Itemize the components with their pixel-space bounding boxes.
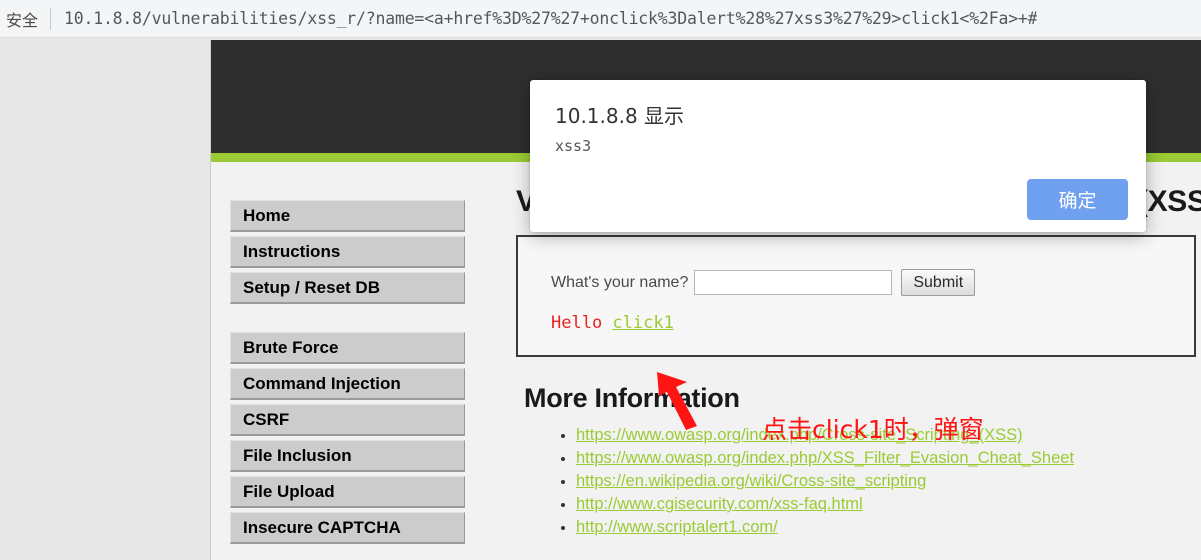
- reference-link[interactable]: https://en.wikipedia.org/wiki/Cross-site…: [576, 472, 926, 490]
- greeting-output: Hello click1: [551, 313, 674, 333]
- sidebar-item-file-upload[interactable]: File Upload: [230, 476, 465, 508]
- javascript-alert-dialog: 10.1.8.8 显示 xss3 确定: [530, 80, 1146, 232]
- submit-button[interactable]: Submit: [901, 269, 976, 296]
- sidebar-item-command-injection[interactable]: Command Injection: [230, 368, 465, 400]
- url-bar-divider: [50, 7, 52, 30]
- xss-payload-link[interactable]: click1: [612, 313, 673, 333]
- list-item: http://www.cgisecurity.com/xss-faq.html: [576, 495, 1201, 514]
- name-form: What's your name? Submit: [551, 269, 976, 296]
- url-text[interactable]: 10.1.8.8/vulnerabilities/xss_r/?name=<a+…: [64, 9, 1037, 28]
- annotation-text: 点击click1时，弹窗: [762, 415, 984, 444]
- alert-dialog-message: xss3: [555, 137, 592, 155]
- reference-link[interactable]: http://www.scriptalert1.com/: [576, 518, 778, 536]
- security-status-label: 安全: [6, 10, 39, 30]
- alert-dialog-title: 10.1.8.8 显示: [555, 104, 685, 128]
- list-item: https://en.wikipedia.org/wiki/Cross-site…: [576, 472, 1201, 491]
- name-field-label: What's your name?: [551, 273, 689, 291]
- sidebar-item-home[interactable]: Home: [230, 200, 465, 232]
- sidebar-item-brute-force[interactable]: Brute Force: [230, 332, 465, 364]
- main-content: Vulnerability: Reflected Cross Site Scri…: [516, 185, 1201, 541]
- sidebar-item-insecure-captcha[interactable]: Insecure CAPTCHA: [230, 512, 465, 544]
- list-item: https://www.owasp.org/index.php/XSS_Filt…: [576, 449, 1201, 468]
- sidebar-item-file-inclusion[interactable]: File Inclusion: [230, 440, 465, 472]
- sidebar-item-setup-reset-db[interactable]: Setup / Reset DB: [230, 272, 465, 304]
- sidebar-item-csrf[interactable]: CSRF: [230, 404, 465, 436]
- sidebar-group-separator: [230, 308, 465, 332]
- greeting-prefix: Hello: [551, 313, 613, 333]
- sidebar-navigation: Home Instructions Setup / Reset DB Brute…: [230, 200, 465, 548]
- browser-url-bar[interactable]: 安全 10.1.8.8/vulnerabilities/xss_r/?name=…: [0, 0, 1201, 38]
- vulnerability-panel: What's your name? Submit Hello click1: [516, 235, 1196, 357]
- reference-link[interactable]: https://www.owasp.org/index.php/XSS_Filt…: [576, 449, 1074, 467]
- browser-viewport: Home Instructions Setup / Reset DB Brute…: [0, 38, 1201, 560]
- list-item: http://www.scriptalert1.com/: [576, 518, 1201, 537]
- alert-ok-button[interactable]: 确定: [1027, 179, 1128, 220]
- reference-link[interactable]: http://www.cgisecurity.com/xss-faq.html: [576, 495, 863, 513]
- name-input[interactable]: [694, 270, 893, 295]
- sidebar-item-instructions[interactable]: Instructions: [230, 236, 465, 268]
